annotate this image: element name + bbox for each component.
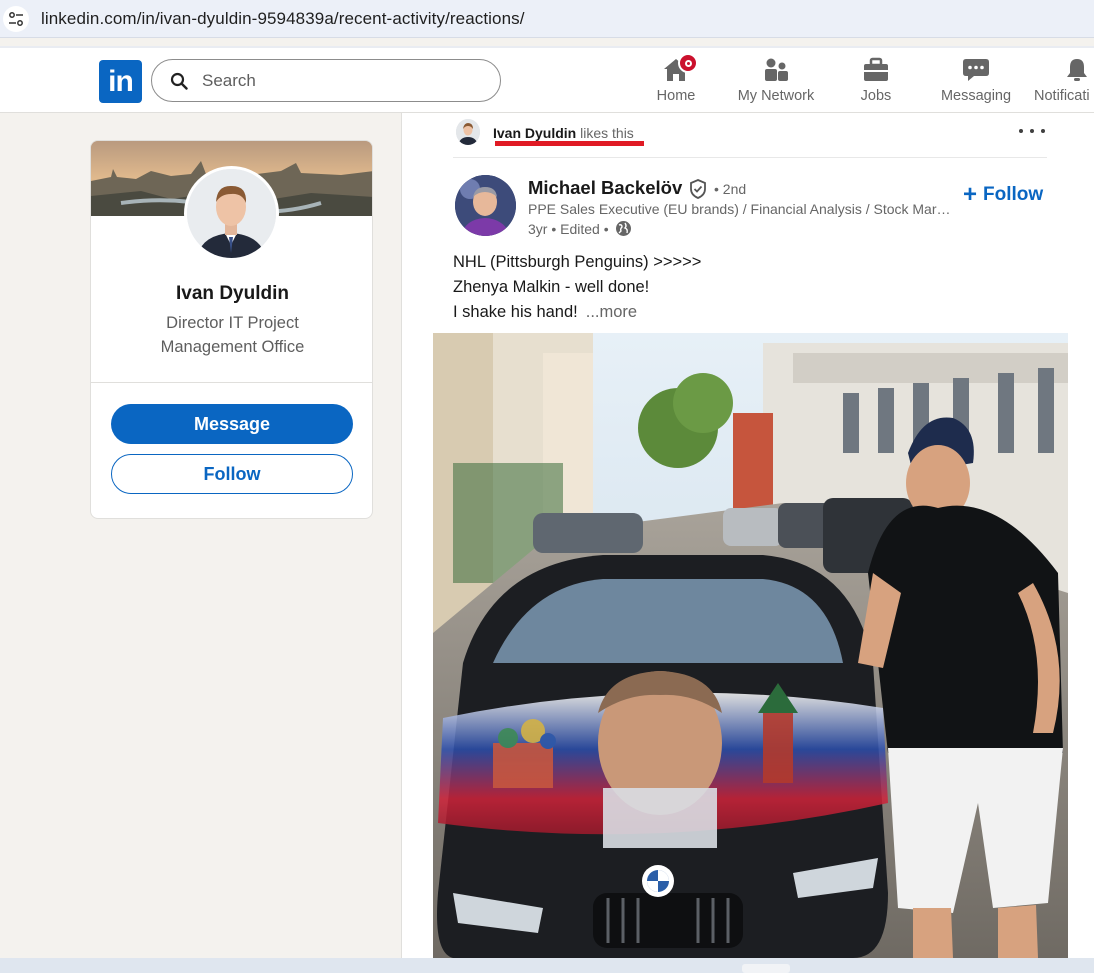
message-button[interactable]: Message	[111, 404, 353, 444]
profile-avatar[interactable]	[184, 166, 279, 261]
post-body: NHL (Pittsburgh Penguins) >>>>> Zhenya M…	[453, 250, 701, 325]
more-options-icon[interactable]	[1019, 121, 1045, 141]
bell-icon	[1062, 56, 1092, 84]
see-more-link[interactable]: ...more	[586, 303, 637, 321]
home-icon	[661, 53, 698, 84]
verified-icon	[688, 179, 708, 199]
profile-name: Ivan Dyuldin	[176, 283, 289, 304]
nav-messaging[interactable]: Messaging	[939, 56, 1013, 111]
briefcase-icon	[861, 56, 891, 84]
author-headline: PPE Sales Executive (EU brands) / Financ…	[528, 201, 953, 217]
post-text-line: I shake his hand!	[453, 303, 578, 321]
top-navigation: in Home My Network	[0, 46, 1094, 113]
bottom-scroll-area	[0, 958, 1094, 973]
nav-messaging-label: Messaging	[940, 88, 1012, 104]
author-avatar[interactable]	[455, 175, 516, 236]
nav-network-label: My Network	[737, 88, 815, 104]
highlight-underline	[495, 141, 644, 146]
liker-name-link[interactable]: Ivan Dyuldin	[493, 125, 576, 141]
post-image[interactable]	[433, 333, 1068, 958]
messaging-icon	[961, 56, 991, 84]
activity-action: likes this	[580, 125, 634, 141]
nav-jobs[interactable]: Jobs	[857, 56, 895, 111]
search-box[interactable]	[151, 59, 501, 102]
profile-title: Director IT Project Management Office	[160, 314, 305, 356]
search-input[interactable]	[202, 70, 462, 91]
notification-badge	[678, 53, 698, 73]
feed-post: Ivan Dyuldin likes this Michael Backelöv…	[433, 113, 1068, 958]
post-text-line: Zhenya Malkin - well done!	[453, 278, 650, 296]
liker-avatar[interactable]	[456, 119, 480, 145]
nav-home-label: Home	[656, 88, 696, 104]
nav-jobs-label: Jobs	[860, 88, 892, 104]
card-divider	[91, 382, 372, 383]
post-meta-text: 3yr • Edited •	[528, 220, 609, 237]
activity-header: Ivan Dyuldin likes this	[453, 113, 1047, 158]
scroll-handle[interactable]	[742, 964, 790, 973]
search-icon	[170, 72, 188, 90]
linkedin-logo[interactable]: in	[99, 60, 142, 103]
network-icon	[761, 56, 791, 84]
globe-icon	[615, 220, 632, 237]
url-text[interactable]: linkedin.com/in/ivan-dyuldin-9594839a/re…	[41, 9, 525, 29]
site-settings-icon[interactable]	[3, 5, 29, 32]
profile-card: Ivan Dyuldin Director IT Project Managem…	[90, 140, 373, 519]
post-meta: 3yr • Edited •	[528, 220, 632, 237]
browser-address-bar[interactable]: linkedin.com/in/ivan-dyuldin-9594839a/re…	[0, 0, 1094, 38]
follow-profile-button[interactable]: Follow	[111, 454, 353, 494]
post-text-line: NHL (Pittsburgh Penguins) >>>>>	[453, 253, 702, 271]
author-name[interactable]: Michael Backelöv	[528, 177, 682, 199]
connection-degree: • 2nd	[714, 181, 747, 197]
nav-my-network[interactable]: My Network	[734, 56, 818, 111]
follow-author-label: Follow	[983, 184, 1044, 205]
follow-author-button[interactable]: + Follow	[963, 183, 1043, 207]
plus-icon: +	[963, 181, 978, 208]
nav-home[interactable]: Home	[653, 53, 699, 111]
activity-feed: Ivan Dyuldin likes this Michael Backelöv…	[401, 113, 1094, 958]
nav-notifications-label: Notificati	[1034, 88, 1090, 104]
nav-notifications[interactable]: Notificati	[1034, 56, 1094, 111]
